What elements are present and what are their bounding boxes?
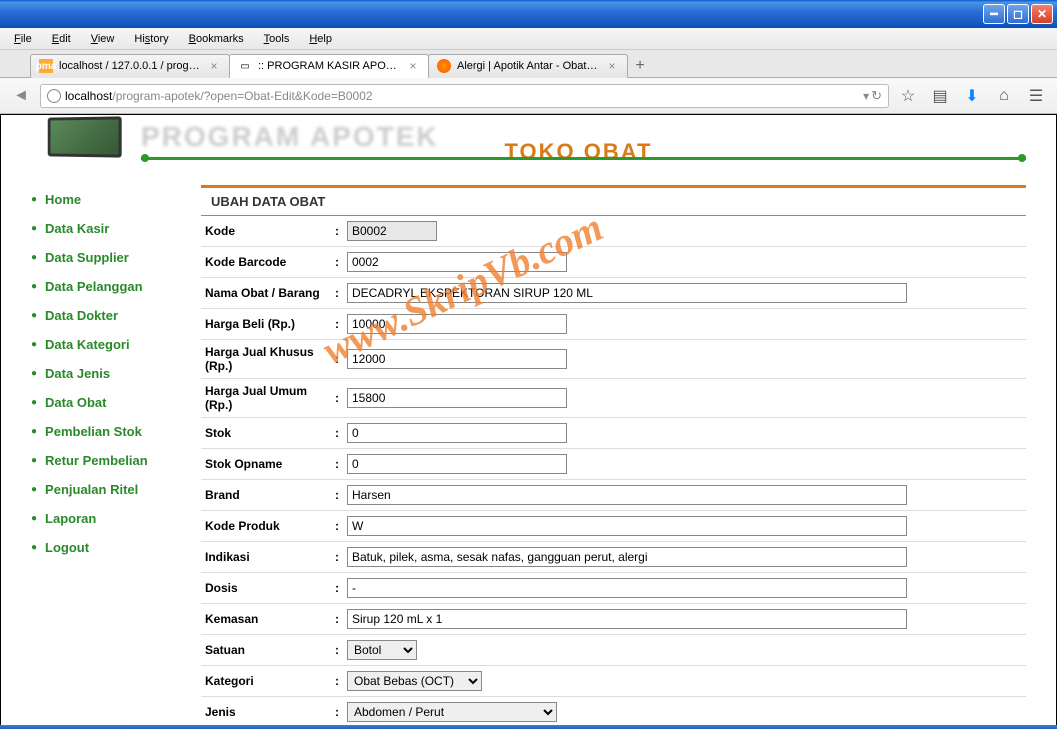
tab-close-icon[interactable]: × bbox=[406, 59, 420, 73]
url-toolbar: ◄ localhost/program-apotek/?open=Obat-Ed… bbox=[0, 78, 1057, 114]
input-brand[interactable] bbox=[347, 485, 907, 505]
sidebar-item-dokter[interactable]: Data Dokter bbox=[45, 308, 118, 323]
firefox-icon bbox=[437, 59, 451, 73]
label-dosis: Dosis bbox=[201, 573, 331, 604]
sidebar-item-logout[interactable]: Logout bbox=[45, 540, 89, 555]
sidebar-item-obat[interactable]: Data Obat bbox=[45, 395, 106, 410]
input-nama[interactable] bbox=[347, 283, 907, 303]
tab-alergi[interactable]: Alergi | Apotik Antar - Obat O... × bbox=[428, 54, 628, 78]
input-stok-opname[interactable] bbox=[347, 454, 567, 474]
tab-phpmyadmin[interactable]: pma localhost / 127.0.0.1 / progra... × bbox=[30, 54, 230, 78]
input-indikasi[interactable] bbox=[347, 547, 907, 567]
reader-icon[interactable]: ▤ bbox=[927, 83, 953, 109]
select-satuan[interactable]: Botol bbox=[347, 640, 417, 660]
input-kemasan[interactable] bbox=[347, 609, 907, 629]
download-icon[interactable]: ⬇ bbox=[959, 83, 985, 109]
globe-icon bbox=[47, 89, 61, 103]
window-minimize-button[interactable]: ━ bbox=[983, 4, 1005, 24]
menu-tools[interactable]: Tools bbox=[256, 31, 298, 47]
tab-label: localhost / 127.0.0.1 / progra... bbox=[59, 60, 201, 72]
tab-close-icon[interactable]: × bbox=[605, 59, 619, 73]
sidebar-item-laporan[interactable]: Laporan bbox=[45, 511, 96, 526]
sidebar-item-home[interactable]: Home bbox=[45, 192, 81, 207]
tab-label: Alergi | Apotik Antar - Obat O... bbox=[457, 60, 599, 72]
label-kategori: Kategori bbox=[201, 666, 331, 697]
label-opname: Stok Opname bbox=[201, 449, 331, 480]
header-title: PROGRAM APOTEK bbox=[141, 121, 1026, 153]
sidebar-item-jenis[interactable]: Data Jenis bbox=[45, 366, 110, 381]
blank-page-icon: ▭ bbox=[238, 59, 252, 73]
menu-history[interactable]: History bbox=[126, 31, 176, 47]
input-kode-produk[interactable] bbox=[347, 516, 907, 536]
menu-view[interactable]: View bbox=[83, 31, 123, 47]
label-kemasan: Kemasan bbox=[201, 604, 331, 635]
taskbar-strip bbox=[0, 725, 1057, 729]
tab-program-kasir[interactable]: ▭ :: PROGRAM KASIR APOTEK - 3 L... × bbox=[229, 54, 429, 78]
label-stok: Stok bbox=[201, 418, 331, 449]
label-satuan: Satuan bbox=[201, 635, 331, 666]
label-jenis: Jenis bbox=[201, 697, 331, 726]
monitor-icon bbox=[31, 117, 131, 167]
input-harga-umum[interactable] bbox=[347, 388, 567, 408]
sidebar-item-pembelian[interactable]: Pembelian Stok bbox=[45, 424, 142, 439]
tab-label: :: PROGRAM KASIR APOTEK - 3 L... bbox=[258, 60, 400, 72]
input-harga-khusus[interactable] bbox=[347, 349, 567, 369]
window-title-bar: ━ ◻ ✕ bbox=[0, 0, 1057, 28]
url-text: localhost/program-apotek/?open=Obat-Edit… bbox=[65, 89, 859, 103]
main-content: UBAH DATA OBAT Kode : Kode Barcode : Nam… bbox=[201, 185, 1026, 725]
input-harga-beli[interactable] bbox=[347, 314, 567, 334]
header-divider bbox=[141, 157, 1026, 160]
menu-edit[interactable]: Edit bbox=[44, 31, 79, 47]
input-dosis[interactable] bbox=[347, 578, 907, 598]
content-title: UBAH DATA OBAT bbox=[201, 185, 1026, 216]
label-nama: Nama Obat / Barang bbox=[201, 278, 331, 309]
label-kode: Kode bbox=[201, 216, 331, 247]
page-content: PROGRAM APOTEK TOKO OBAT www.SkripVb.com… bbox=[0, 114, 1057, 725]
input-stok[interactable] bbox=[347, 423, 567, 443]
menu-file[interactable]: File bbox=[6, 31, 40, 47]
sidebar-item-kategori[interactable]: Data Kategori bbox=[45, 337, 130, 352]
sidebar-item-supplier[interactable]: Data Supplier bbox=[45, 250, 129, 265]
sidebar-item-kasir[interactable]: Data Kasir bbox=[45, 221, 109, 236]
back-button[interactable]: ◄ bbox=[8, 83, 34, 109]
label-brand: Brand bbox=[201, 480, 331, 511]
menu-help[interactable]: Help bbox=[301, 31, 340, 47]
window-close-button[interactable]: ✕ bbox=[1031, 4, 1053, 24]
sidebar-item-pelanggan[interactable]: Data Pelanggan bbox=[45, 279, 143, 294]
label-indikasi: Indikasi bbox=[201, 542, 331, 573]
sidebar-item-retur[interactable]: Retur Pembelian bbox=[45, 453, 148, 468]
new-tab-button[interactable]: + bbox=[627, 55, 653, 77]
label-barcode: Kode Barcode bbox=[201, 247, 331, 278]
label-umum: Harga Jual Umum (Rp.) bbox=[201, 379, 331, 418]
input-kode[interactable] bbox=[347, 221, 437, 241]
browser-tab-bar: pma localhost / 127.0.0.1 / progra... × … bbox=[0, 50, 1057, 78]
sidebar-nav: Home Data Kasir Data Supplier Data Pelan… bbox=[31, 185, 181, 725]
menu-hamburger-icon[interactable]: ☰ bbox=[1023, 83, 1049, 109]
label-beli: Harga Beli (Rp.) bbox=[201, 309, 331, 340]
browser-menu-bar: File Edit View History Bookmarks Tools H… bbox=[0, 28, 1057, 50]
select-kategori[interactable]: Obat Bebas (OCT) bbox=[347, 671, 482, 691]
label-produk: Kode Produk bbox=[201, 511, 331, 542]
select-jenis[interactable]: Abdomen / Perut bbox=[347, 702, 557, 722]
sidebar-item-penjualan[interactable]: Penjualan Ritel bbox=[45, 482, 138, 497]
label-khusus: Harga Jual Khusus (Rp.) bbox=[201, 340, 331, 379]
reload-icon[interactable]: ↻ bbox=[871, 88, 882, 104]
menu-bookmarks[interactable]: Bookmarks bbox=[181, 31, 252, 47]
input-barcode[interactable] bbox=[347, 252, 567, 272]
dropdown-icon[interactable]: ▾ bbox=[863, 89, 869, 103]
home-icon[interactable]: ⌂ bbox=[991, 83, 1017, 109]
window-maximize-button[interactable]: ◻ bbox=[1007, 4, 1029, 24]
tab-close-icon[interactable]: × bbox=[207, 59, 221, 73]
form-table: Kode : Kode Barcode : Nama Obat / Barang… bbox=[201, 216, 1026, 725]
bookmark-star-icon[interactable]: ☆ bbox=[895, 83, 921, 109]
url-input[interactable]: localhost/program-apotek/?open=Obat-Edit… bbox=[40, 84, 889, 108]
phpmyadmin-icon: pma bbox=[39, 59, 53, 73]
